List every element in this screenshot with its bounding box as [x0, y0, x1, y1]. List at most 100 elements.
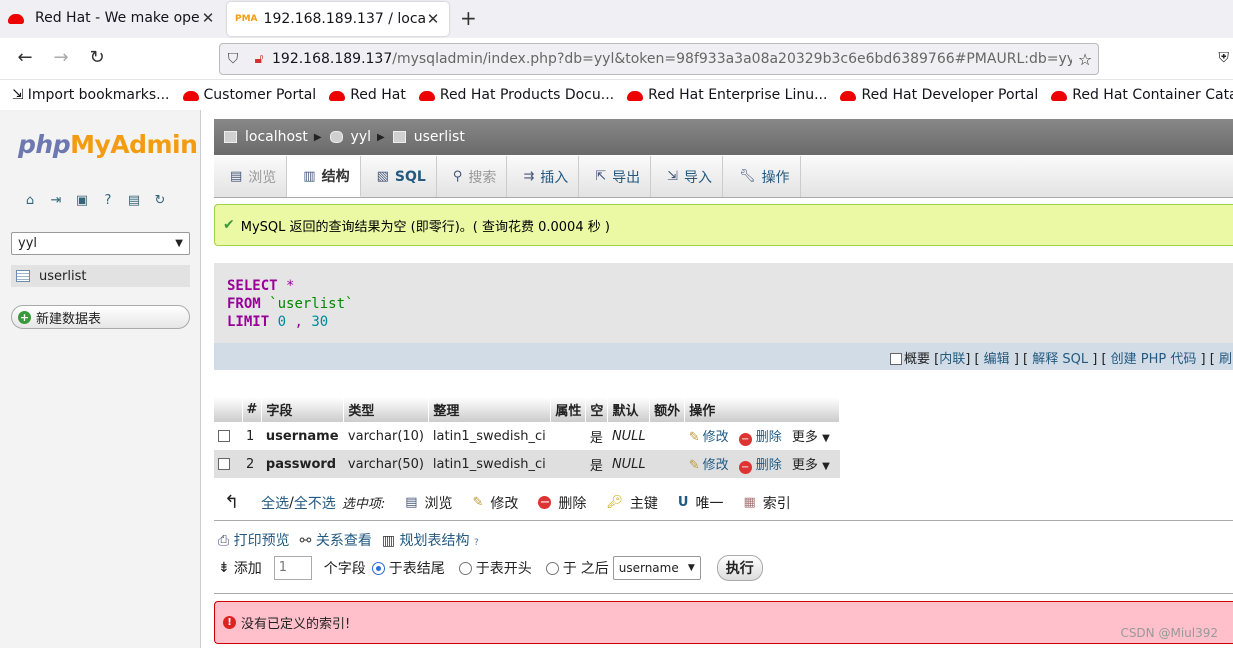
reload-nav-icon[interactable]: ↻	[152, 193, 168, 209]
field-collation: latin1_swedish_ci	[428, 422, 551, 450]
database-select[interactable]: yyl ▼	[11, 232, 190, 255]
col-header: 额外	[649, 397, 686, 422]
tab-insert[interactable]: ⇉ 插入	[507, 156, 580, 197]
browser-nav-bar: ← → ↻ ⛉ 🔓︎ 192.168.189.137 /mysqladmin/i…	[0, 38, 1233, 80]
col-header: #	[242, 397, 263, 422]
url-path: /mysqladmin/index.php?db=yyl&token=98f93…	[392, 51, 1072, 67]
close-icon[interactable]: ✕	[425, 10, 441, 28]
col-header: 类型	[343, 397, 430, 422]
browser-tab-bar: Red Hat - We make open source technologi…	[0, 0, 1233, 38]
drop-field-link[interactable]: − 删除	[738, 430, 782, 446]
edit-link[interactable]: 编辑	[984, 352, 1010, 367]
field-default: NULL	[607, 422, 650, 450]
help-icon[interactable]: ?	[100, 193, 116, 209]
refresh-link[interactable]: 刷	[1219, 352, 1232, 367]
breadcrumb-table[interactable]: userlist	[414, 129, 465, 145]
field-type: varchar(50)	[343, 450, 429, 478]
wrench-icon: 🔧︎	[739, 169, 756, 184]
forward-arrow-icon[interactable]: →	[49, 47, 73, 68]
nav-table-userlist[interactable]: userlist	[11, 265, 190, 287]
relation-view-link[interactable]: ⚯ 关系查看	[300, 530, 372, 550]
redhat-icon	[182, 91, 199, 101]
pma-navigation-panel: phpMyAdmin ⌂ ⇥ ▣ ? ▤ ↻ yyl ▼ userlist + …	[0, 110, 201, 648]
tab-operations[interactable]: 🔧︎ 操作	[723, 156, 801, 197]
bulk-browse-button[interactable]: ▤ 浏览	[405, 493, 452, 513]
more-dropdown[interactable]: 更多 ▼	[792, 430, 830, 445]
print-view-link[interactable]: ⎙ 打印预览	[218, 530, 290, 550]
table-tabs: ▤ 浏览 ▥ 结构 ▧ SQL ⚲ 搜索 ⇉ 插入 ⇱ 导出 ⇲ 导入 🔧︎ 操作	[214, 156, 1233, 198]
row-checkbox[interactable]	[218, 429, 230, 442]
back-arrow-icon[interactable]: ←	[13, 47, 37, 68]
browser-tab-redhat[interactable]: Red Hat - We make open source technologi…	[0, 0, 224, 36]
shield-icon[interactable]: ⛉	[220, 51, 246, 67]
tab-sql[interactable]: ▧ SQL	[361, 156, 437, 197]
tab-import[interactable]: ⇲ 导入	[651, 156, 724, 197]
close-icon[interactable]: ✕	[200, 9, 216, 27]
create-php-code-link[interactable]: 创建 PHP 代码	[1111, 352, 1197, 367]
bulk-change-button[interactable]: ✎ 修改	[473, 493, 519, 513]
row-checkbox-cell	[214, 450, 242, 478]
propose-structure-link[interactable]: ▥ 规划表结构 ?	[382, 530, 479, 550]
help-icon[interactable]: ?	[474, 538, 479, 548]
radio-after[interactable]	[545, 561, 559, 575]
check-all-link[interactable]: 全选	[261, 493, 289, 513]
field-extra	[649, 450, 685, 478]
tab-browse[interactable]: ▤ 浏览	[214, 156, 288, 197]
bookmark-enterprise-linux[interactable]: Red Hat Enterprise Linu...	[627, 87, 827, 103]
with-selected-label: 选中项:	[341, 497, 386, 512]
uncheck-all-link[interactable]: 全不选	[294, 493, 336, 513]
phpmyadmin-logo[interactable]: phpMyAdmin	[18, 130, 198, 159]
sql-query-box: SELECT * FROM `userlist` LIMIT 0 , 30	[214, 263, 1233, 343]
print-icon: ⎙	[218, 533, 230, 549]
delete-icon: −	[538, 495, 552, 510]
documentation-icon[interactable]: ▤	[126, 193, 142, 209]
row-checkbox-cell	[214, 422, 242, 450]
field-attributes	[550, 422, 586, 450]
bookmark-star-icon[interactable]: ☆	[1072, 50, 1098, 69]
delete-icon: −	[738, 433, 752, 446]
home-icon[interactable]: ⌂	[22, 193, 38, 209]
bookmark-import[interactable]: ⇲ Import bookmarks...	[12, 87, 170, 103]
after-field-select[interactable]: username ▼	[612, 556, 701, 580]
add-field-count-input[interactable]: 1	[273, 556, 312, 580]
bulk-unique-button[interactable]: U 唯一	[678, 493, 724, 513]
new-table-button[interactable]: + 新建数据表	[11, 305, 190, 329]
edit-field-link[interactable]: ✎ 修改	[689, 458, 729, 473]
logout-icon[interactable]: ⇥	[48, 193, 64, 209]
tab-search[interactable]: ⚲ 搜索	[437, 156, 508, 197]
explain-sql-link[interactable]: 解释 SQL	[1032, 352, 1088, 367]
breadcrumb-server[interactable]: localhost	[245, 129, 308, 145]
inline-edit-link[interactable]: 内联	[939, 352, 965, 367]
more-dropdown[interactable]: 更多 ▼	[792, 458, 830, 473]
tab-export[interactable]: ⇱ 导出	[579, 156, 652, 197]
bookmark-products-docs[interactable]: Red Hat Products Docu...	[418, 87, 614, 103]
redhat-icon	[627, 91, 644, 101]
query-window-icon[interactable]: ▣	[74, 193, 90, 209]
reload-icon[interactable]: ↻	[85, 47, 109, 68]
pencil-icon: ✎	[688, 430, 700, 445]
go-button[interactable]: 执行	[716, 555, 763, 581]
bulk-index-button[interactable]: ▦ 索引	[743, 493, 790, 513]
edit-field-link[interactable]: ✎ 修改	[689, 430, 729, 445]
insecure-lock-icon[interactable]: 🔓︎	[246, 51, 272, 67]
drop-field-link[interactable]: − 删除	[738, 458, 782, 474]
radio-at-end[interactable]	[371, 561, 385, 575]
bulk-primary-button[interactable]: 🔑︎ 主键	[606, 493, 658, 513]
bulk-drop-button[interactable]: − 删除	[538, 493, 586, 513]
browser-tab-phpmyadmin[interactable]: PMA 192.168.189.137 / localhost / yyl / …	[227, 2, 449, 36]
bookmark-container-catalog[interactable]: Red Hat Container Cata...	[1051, 87, 1233, 103]
breadcrumb-db[interactable]: yyl	[351, 129, 371, 145]
bookmark-red-hat[interactable]: Red Hat	[329, 87, 406, 103]
redhat-icon	[1051, 91, 1068, 101]
tab-structure[interactable]: ▥ 结构	[287, 156, 361, 197]
url-bar[interactable]: ⛉ 🔓︎ 192.168.189.137 /mysqladmin/index.p…	[219, 43, 1099, 75]
new-tab-plus-icon[interactable]: +	[460, 6, 477, 30]
row-checkbox[interactable]	[218, 457, 230, 470]
bookmark-customer-portal[interactable]: Customer Portal	[182, 87, 316, 103]
bookmark-developer-portal[interactable]: Red Hat Developer Portal	[840, 87, 1038, 103]
col-header[interactable]: 字段	[261, 397, 345, 422]
profiling-checkbox[interactable]	[890, 353, 902, 365]
radio-at-beginning[interactable]	[458, 561, 472, 575]
row-number: 1	[242, 422, 262, 450]
pocket-icon[interactable]: ⛨	[1219, 50, 1230, 66]
